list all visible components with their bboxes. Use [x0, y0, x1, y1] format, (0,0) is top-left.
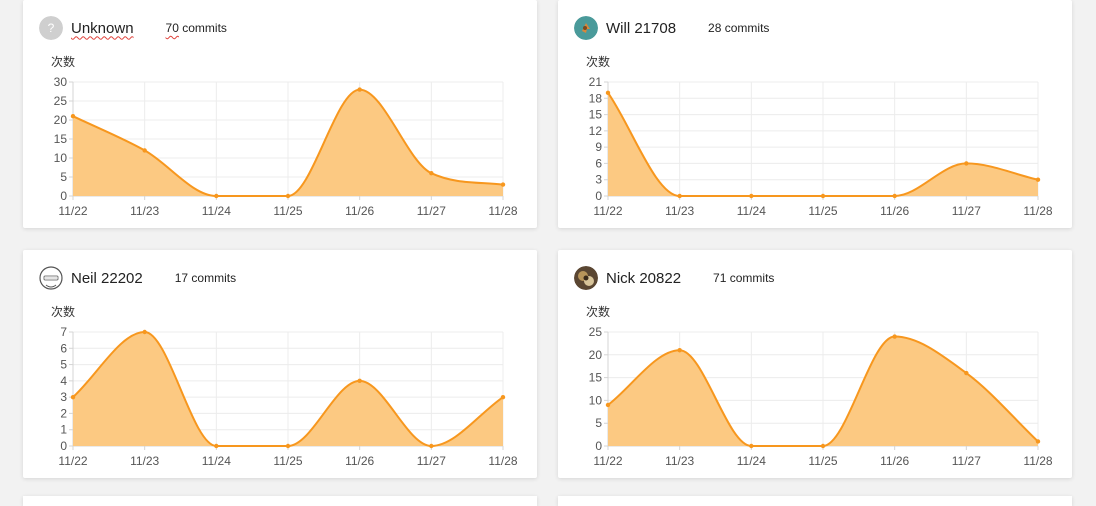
- y-tick-label: 3: [595, 173, 602, 187]
- contributor-card-nick: Nick 20822 71 commits 次数 0 5 10 15 20 25 11/22 1…: [558, 250, 1072, 478]
- x-tick-label: 11/25: [808, 454, 837, 468]
- y-tick-label: 6: [60, 341, 67, 355]
- data-point[interactable]: [429, 443, 434, 449]
- x-tick-label: 11/27: [417, 204, 446, 218]
- x-tick-label: 11/22: [593, 204, 622, 218]
- y-tick-label: 20: [589, 348, 603, 362]
- y-tick-label: 30: [54, 75, 68, 89]
- y-tick-label: 12: [589, 124, 603, 138]
- y-tick-label: 18: [589, 91, 603, 105]
- data-point[interactable]: [820, 443, 826, 449]
- x-tick-label: 11/27: [952, 454, 981, 468]
- y-axis-label: 次数: [586, 54, 610, 69]
- x-tick-label: 11/28: [1023, 204, 1052, 218]
- data-point[interactable]: [70, 114, 76, 119]
- x-tick-label: 11/26: [880, 204, 909, 218]
- data-point[interactable]: [70, 394, 76, 400]
- data-point[interactable]: [1035, 177, 1041, 182]
- data-point[interactable]: [749, 193, 754, 199]
- y-tick-label: 4: [60, 374, 67, 388]
- y-tick-label: 1: [60, 423, 67, 437]
- y-tick-label: 15: [589, 108, 603, 122]
- x-tick-label: 11/25: [273, 204, 302, 218]
- data-point[interactable]: [285, 443, 291, 449]
- x-tick-label: 11/23: [665, 204, 694, 218]
- x-tick-label: 11/23: [130, 454, 159, 468]
- data-point[interactable]: [605, 90, 611, 96]
- y-tick-label: 20: [54, 113, 68, 127]
- y-tick-label: 15: [54, 132, 68, 146]
- next-card-partial: [558, 496, 1072, 506]
- y-tick-label: 0: [60, 189, 67, 203]
- x-tick-label: 11/27: [952, 204, 981, 218]
- x-tick-label: 11/26: [345, 204, 374, 218]
- y-tick-label: 15: [589, 371, 603, 385]
- x-tick-label: 11/22: [593, 454, 622, 468]
- y-tick-label: 6: [595, 156, 602, 170]
- x-tick-label: 11/26: [880, 454, 909, 468]
- x-tick-label: 11/28: [1023, 454, 1052, 468]
- x-tick-label: 11/23: [665, 454, 694, 468]
- y-tick-label: 10: [54, 151, 68, 165]
- contributor-card-neil: Neil 22202 17 commits 次数 0 1 2 3 4 5 6 7 11/22 11/…: [23, 250, 537, 478]
- x-tick-label: 11/28: [488, 454, 517, 468]
- x-tick-label: 11/23: [130, 204, 159, 218]
- contributor-card-unknown: ? Unknown 70 commits 次数 0 5 10 15 20 25 30 11/22…: [23, 0, 537, 228]
- data-point[interactable]: [964, 161, 969, 166]
- data-point[interactable]: [677, 348, 682, 353]
- y-tick-label: 0: [595, 439, 602, 453]
- x-tick-label: 11/22: [58, 204, 87, 218]
- y-tick-label: 25: [589, 325, 603, 339]
- next-card-partial: [23, 496, 537, 506]
- x-tick-label: 11/27: [417, 454, 446, 468]
- y-tick-label: 25: [54, 94, 68, 108]
- data-point[interactable]: [500, 394, 506, 400]
- data-point[interactable]: [892, 334, 897, 339]
- y-tick-label: 9: [595, 140, 602, 154]
- x-tick-label: 11/24: [202, 204, 231, 218]
- y-tick-label: 5: [595, 416, 602, 430]
- x-tick-label: 11/24: [737, 204, 766, 218]
- data-point[interactable]: [429, 171, 434, 176]
- data-point[interactable]: [605, 402, 611, 408]
- commits-chart: 次数 0 3 6 9 12 15 18 21 11/22 11/23 11/24 11/25 11/26 1…: [586, 54, 1053, 218]
- data-point[interactable]: [749, 443, 754, 449]
- x-tick-label: 11/26: [345, 454, 374, 468]
- data-point[interactable]: [357, 378, 362, 384]
- x-tick-label: 11/28: [488, 204, 517, 218]
- y-tick-label: 7: [60, 325, 67, 339]
- data-point[interactable]: [964, 370, 969, 376]
- data-point[interactable]: [677, 193, 682, 199]
- x-tick-label: 11/25: [808, 204, 837, 218]
- y-tick-label: 0: [595, 189, 602, 203]
- x-tick-label: 11/24: [202, 454, 231, 468]
- y-tick-label: 0: [60, 439, 67, 453]
- data-point[interactable]: [142, 148, 147, 153]
- data-point[interactable]: [142, 329, 147, 335]
- y-tick-label: 2: [60, 406, 67, 420]
- commits-chart: 次数 0 1 2 3 4 5 6 7 11/22 11/23 11/24 11/25 11/26 11/27…: [51, 304, 518, 468]
- commits-chart: 次数 0 5 10 15 20 25 30 11/22 11/23 11/24 11/25 11/26 1…: [51, 54, 518, 218]
- x-tick-label: 11/24: [737, 454, 766, 468]
- y-axis-label: 次数: [51, 54, 75, 69]
- commits-chart: 次数 0 5 10 15 20 25 11/22 11/23 11/24 11/25 11/26 11/…: [586, 304, 1053, 468]
- data-point[interactable]: [214, 193, 219, 199]
- data-point[interactable]: [357, 87, 362, 92]
- contributor-card-will: Will 21708 28 commits 次数 0 3 6 9 12 15 18 21 11/2…: [558, 0, 1072, 228]
- data-point[interactable]: [820, 193, 826, 199]
- x-tick-label: 11/22: [58, 454, 87, 468]
- data-point[interactable]: [1035, 439, 1041, 444]
- y-tick-label: 5: [60, 170, 67, 184]
- data-point[interactable]: [892, 193, 897, 199]
- data-point[interactable]: [214, 443, 219, 449]
- y-tick-label: 10: [589, 393, 603, 407]
- y-tick-label: 21: [589, 75, 603, 89]
- data-point[interactable]: [500, 182, 506, 187]
- data-point[interactable]: [285, 193, 291, 199]
- y-axis-label: 次数: [51, 304, 75, 319]
- x-tick-label: 11/25: [273, 454, 302, 468]
- y-tick-label: 5: [60, 358, 67, 372]
- y-axis-label: 次数: [586, 304, 610, 319]
- y-tick-label: 3: [60, 390, 67, 404]
